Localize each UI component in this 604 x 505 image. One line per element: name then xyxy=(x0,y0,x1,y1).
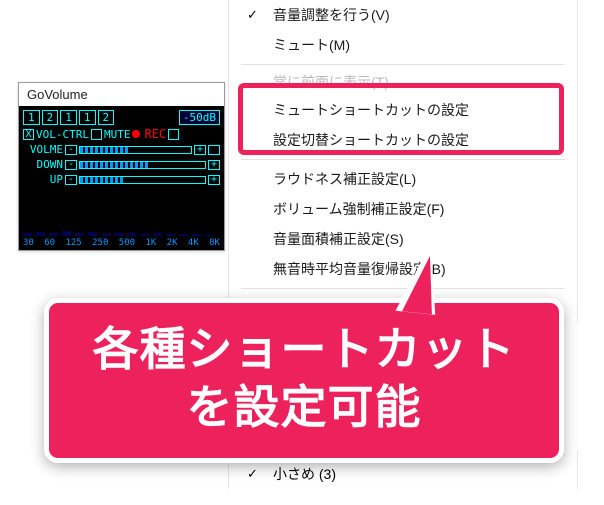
menu-item-mute[interactable]: ミュート(M) xyxy=(229,30,577,60)
menu-separator xyxy=(241,64,565,65)
volume-bar[interactable] xyxy=(79,146,192,154)
rec-label: REC xyxy=(144,127,166,141)
volume-minus-button[interactable]: - xyxy=(65,145,77,155)
down-label: DOWN xyxy=(23,158,63,171)
up-label: UP xyxy=(23,173,63,186)
volume-row: VOLME - + xyxy=(23,143,220,156)
menu-label: 音量調整を行う(V) xyxy=(273,5,390,25)
up-bar[interactable] xyxy=(79,176,206,184)
menu-label: ミュート(M) xyxy=(273,35,350,55)
freq-30: 30 xyxy=(23,238,34,248)
menu-item-small[interactable]: ✓ 小さめ (3) xyxy=(229,459,577,489)
numbox-5[interactable]: 2 xyxy=(98,110,115,125)
freq-1k: 1K xyxy=(145,238,156,248)
govolume-body: 1 2 1 1 2 -50dB X VOL-CTRL MUTE REC VOLM… xyxy=(19,106,224,250)
mute-label: MUTE xyxy=(104,128,131,141)
volume-extra-button[interactable] xyxy=(208,145,220,155)
callout-text: 各種ショートカット を設定可能 xyxy=(59,321,549,436)
volctrl-label: VOL-CTRL xyxy=(36,128,89,141)
db-display: -50dB xyxy=(179,110,220,125)
volume-label: VOLME xyxy=(23,143,63,156)
numbox-1[interactable]: 1 xyxy=(23,110,40,125)
check-icon: ✓ xyxy=(247,7,258,23)
numbox-4[interactable]: 1 xyxy=(79,110,96,125)
callout-line2: を設定可能 xyxy=(187,381,422,433)
mute-checkbox[interactable] xyxy=(91,129,102,140)
freq-4k: 4K xyxy=(188,238,199,248)
up-row: UP - + xyxy=(23,173,220,186)
controls-row: X VOL-CTRL MUTE REC xyxy=(23,127,220,141)
menu-item-volume-adjust[interactable]: ✓ 音量調整を行う(V) xyxy=(229,0,577,30)
menu-label: 小さめ (3) xyxy=(273,464,336,484)
callout-line1: 各種ショートカット xyxy=(93,323,516,375)
up-minus-button[interactable]: - xyxy=(65,175,77,185)
down-row: DOWN - + xyxy=(23,158,220,171)
numbox-row: 1 2 1 1 2 -50dB xyxy=(23,110,220,125)
menu-label: ボリューム強制補正設定(F) xyxy=(273,199,444,219)
spectrum-bars xyxy=(23,188,220,236)
freq-60: 60 xyxy=(44,238,55,248)
window-title: GoVolume xyxy=(19,83,224,106)
menu-item-volume-force[interactable]: ボリューム強制補正設定(F) xyxy=(229,194,577,224)
volume-plus-button[interactable]: + xyxy=(194,145,206,155)
numbox-3[interactable]: 1 xyxy=(60,110,77,125)
annotation-callout: 各種ショートカット を設定可能 xyxy=(44,298,564,463)
spectrum-display: 30 60 125 250 500 1K 2K 4K 8K xyxy=(23,188,220,248)
up-plus-button[interactable]: + xyxy=(208,175,220,185)
freq-250: 250 xyxy=(92,238,108,248)
menu-label: 設定切替ショートカットの設定 xyxy=(273,130,469,150)
menu-item-mute-shortcut[interactable]: ミュートショートカットの設定 xyxy=(229,95,577,125)
freq-500: 500 xyxy=(119,238,135,248)
numbox-2[interactable]: 2 xyxy=(42,110,59,125)
freq-8k: 8K xyxy=(209,238,220,248)
menu-separator xyxy=(241,159,565,160)
down-bar[interactable] xyxy=(79,161,206,169)
rec-indicator-icon xyxy=(132,130,140,138)
govolume-window: GoVolume 1 2 1 1 2 -50dB X VOL-CTRL MUTE… xyxy=(18,82,225,251)
freq-125: 125 xyxy=(65,238,81,248)
check-icon: ✓ xyxy=(247,466,258,482)
menu-label: 常に前面に表示(T) xyxy=(273,72,389,92)
menu-label: ラウドネス補正設定(L) xyxy=(273,169,416,189)
down-minus-button[interactable]: - xyxy=(65,160,77,170)
freq-labels: 30 60 125 250 500 1K 2K 4K 8K xyxy=(23,238,220,248)
down-plus-button[interactable]: + xyxy=(208,160,220,170)
menu-item-always-on-top[interactable]: 常に前面に表示(T) xyxy=(229,69,577,95)
rec-checkbox[interactable] xyxy=(168,129,179,140)
menu-label: 音量面積補正設定(S) xyxy=(273,229,404,249)
freq-2k: 2K xyxy=(167,238,178,248)
menu-label: ミュートショートカットの設定 xyxy=(273,100,469,120)
menu-item-switch-shortcut[interactable]: 設定切替ショートカットの設定 xyxy=(229,125,577,155)
menu-item-loudness[interactable]: ラウドネス補正設定(L) xyxy=(229,164,577,194)
volctrl-checkbox[interactable]: X xyxy=(23,129,34,140)
